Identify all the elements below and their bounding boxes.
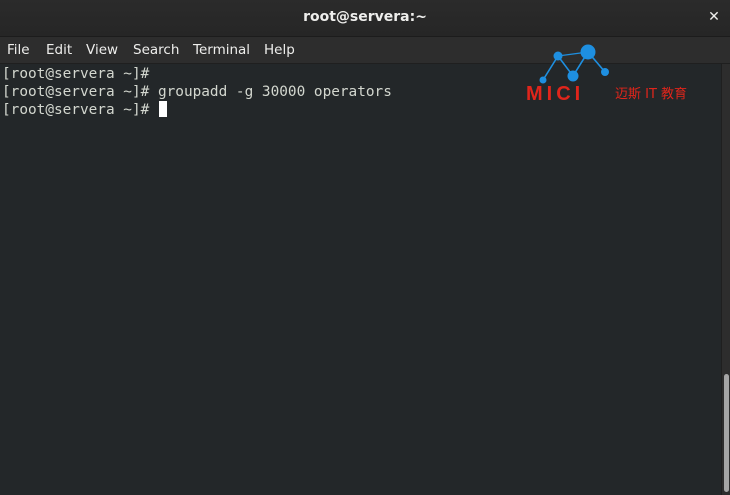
menu-edit[interactable]: Edit xyxy=(45,40,73,60)
terminal-line: [root@servera ~]# xyxy=(2,66,150,82)
close-icon[interactable]: ✕ xyxy=(704,7,724,27)
menu-file[interactable]: File xyxy=(6,40,31,60)
title-bar[interactable]: root@servera:~ ✕ xyxy=(0,0,730,37)
text-cursor xyxy=(158,101,167,117)
terminal-window: root@servera:~ ✕ File Edit View Search T… xyxy=(0,0,730,495)
menu-help[interactable]: Help xyxy=(263,40,296,60)
vertical-scrollbar[interactable] xyxy=(721,64,730,495)
watermark-subtitle: 迈斯 IT 教育 xyxy=(615,87,688,102)
scrollbar-thumb[interactable] xyxy=(724,374,729,492)
mici-logo-icon xyxy=(539,44,609,84)
menu-view[interactable]: View xyxy=(85,40,119,60)
terminal-prompt: [root@servera ~]# xyxy=(2,102,158,118)
menu-search[interactable]: Search xyxy=(132,40,180,60)
terminal-prompt-line[interactable]: [root@servera ~]# xyxy=(2,101,167,119)
menu-terminal[interactable]: Terminal xyxy=(192,40,251,60)
window-title: root@servera:~ xyxy=(303,9,427,25)
mici-watermark: MICI 迈斯 IT 教育 xyxy=(520,40,705,108)
watermark-brand: MICI xyxy=(526,83,585,105)
terminal-line: [root@servera ~]# groupadd -g 30000 oper… xyxy=(2,84,392,100)
terminal-output[interactable]: [root@servera ~]# [root@servera ~]# grou… xyxy=(0,64,721,495)
